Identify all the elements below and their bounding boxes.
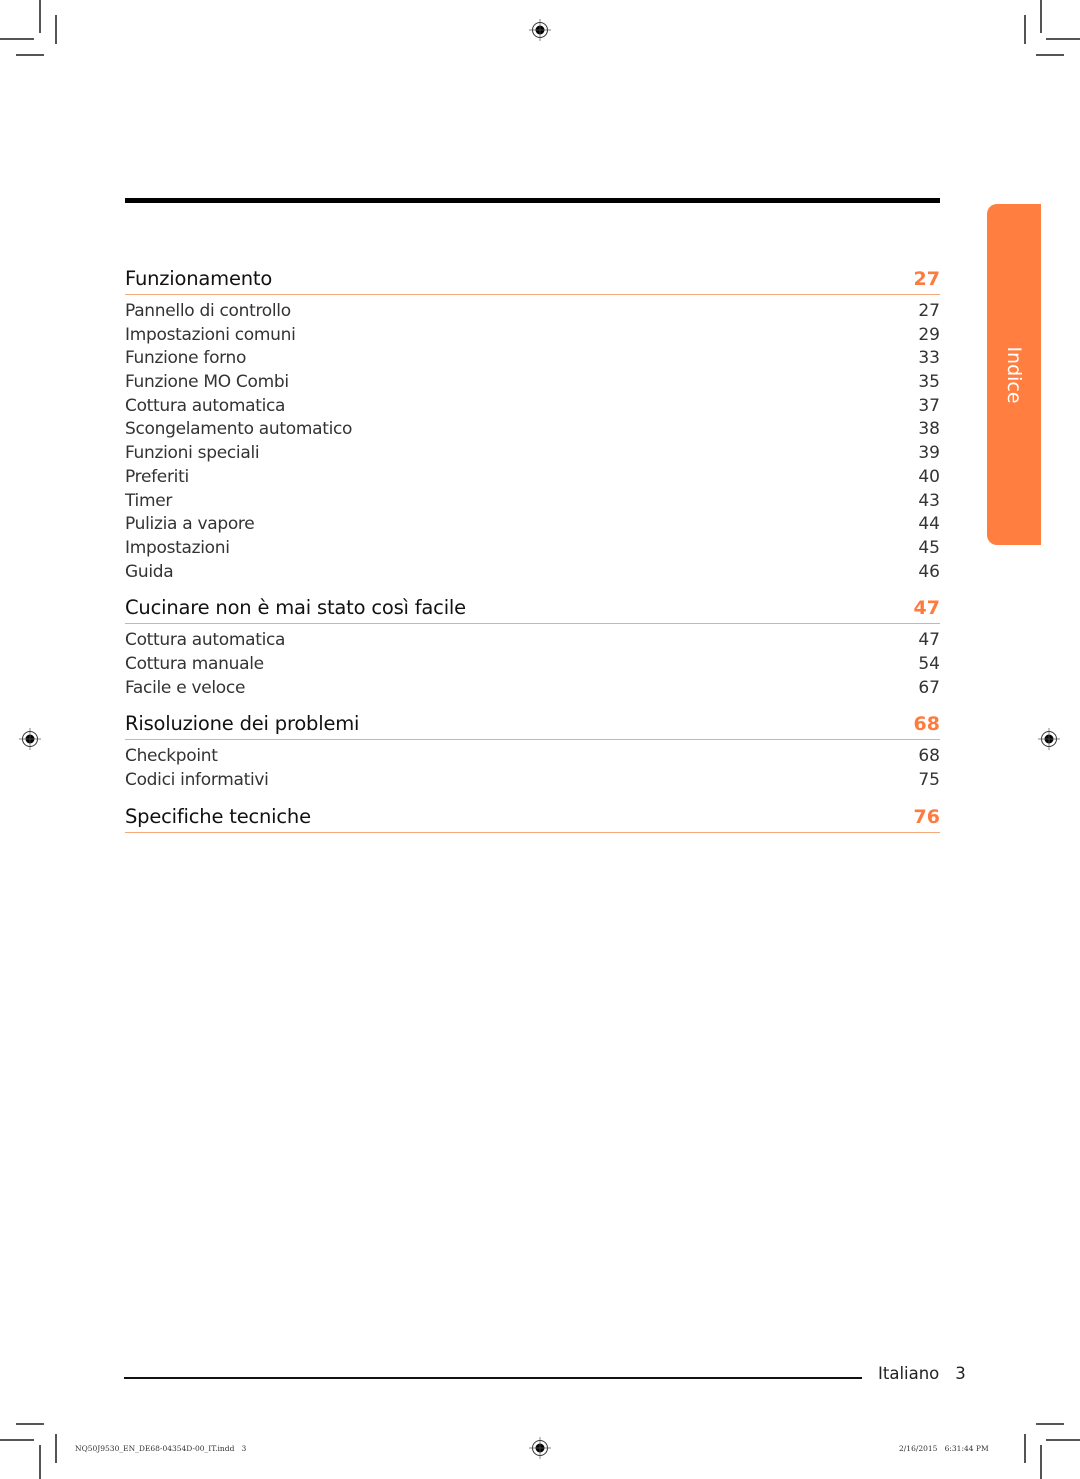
footer-page-info: Italiano 3 xyxy=(878,1364,966,1383)
crop-mark xyxy=(16,1423,44,1425)
crop-mark xyxy=(1024,15,1026,44)
toc-section: Specifiche tecniche 76 xyxy=(125,800,940,833)
toc-section-page: 68 xyxy=(913,713,940,736)
toc-item-label: Cottura automatica xyxy=(125,395,286,416)
crop-mark xyxy=(0,38,34,40)
toc-item-page: 35 xyxy=(918,372,940,393)
crop-mark xyxy=(55,15,57,44)
registration-mark-icon xyxy=(529,1437,551,1459)
toc-item-label: Facile e veloce xyxy=(125,677,246,698)
toc-section: Risoluzione dei problemi 68 Checkpoint 68… xyxy=(125,707,940,799)
registration-mark-icon xyxy=(19,728,41,750)
toc-item-page: 75 xyxy=(918,770,940,790)
toc-item-page: 40 xyxy=(918,466,940,487)
footer-rule xyxy=(124,1377,862,1379)
toc-item[interactable]: Funzione forno 33 xyxy=(125,347,940,371)
toc-item-page: 45 xyxy=(918,537,940,558)
toc-item-page: 54 xyxy=(918,653,940,674)
toc-item-page: 38 xyxy=(918,419,940,440)
toc-section-page: 27 xyxy=(913,268,940,290)
toc-item[interactable]: Cottura automatica 37 xyxy=(125,395,940,419)
toc-item[interactable]: Codici informativi 75 xyxy=(125,769,940,793)
toc-section-title: Specifiche tecniche xyxy=(125,804,311,828)
toc-item-page: 33 xyxy=(918,348,940,369)
footer-language: Italiano xyxy=(878,1364,940,1383)
toc-item-label: Codici informativi xyxy=(125,770,269,790)
toc-item[interactable]: Pannello di controllo 27 xyxy=(125,300,940,324)
toc-item-label: Pannello di controllo xyxy=(125,301,291,321)
registration-mark-icon xyxy=(1038,728,1060,750)
toc-item-page: 39 xyxy=(918,443,940,464)
toc-item[interactable]: Cottura manuale 54 xyxy=(125,653,940,677)
crop-mark xyxy=(1036,54,1064,56)
toc-item-label: Checkpoint xyxy=(125,746,218,767)
side-tab-indice[interactable]: Indice xyxy=(987,204,1041,545)
crop-mark xyxy=(55,1434,57,1463)
toc-section-page: 47 xyxy=(913,597,940,620)
crop-mark xyxy=(1046,1439,1080,1441)
toc-section-title: Funzionamento xyxy=(125,267,273,290)
toc-item-page: 37 xyxy=(918,395,940,416)
toc-item-page: 67 xyxy=(918,677,940,698)
toc-item[interactable]: Preferiti 40 xyxy=(125,466,940,490)
toc-item[interactable]: Checkpoint 68 xyxy=(125,745,940,769)
toc-item[interactable]: Timer 43 xyxy=(125,490,940,514)
toc-item-label: Impostazioni comuni xyxy=(125,324,296,345)
toc-item[interactable]: Facile e veloce 67 xyxy=(125,677,940,701)
toc-item-label: Pulizia a vapore xyxy=(125,514,255,535)
toc-item[interactable]: Scongelamento automatico 38 xyxy=(125,418,940,442)
crop-mark xyxy=(39,0,41,33)
toc-item-page: 47 xyxy=(918,630,940,651)
toc-item-label: Funzione forno xyxy=(125,348,247,369)
toc-item[interactable]: Impostazioni 45 xyxy=(125,537,940,561)
toc-item-page: 46 xyxy=(918,561,940,582)
toc-item-label: Guida xyxy=(125,561,174,582)
toc-item[interactable]: Pulizia a vapore 44 xyxy=(125,513,940,537)
crop-mark xyxy=(1040,1445,1042,1479)
toc-section: Funzionamento 27 Pannello di controllo 27… xyxy=(125,262,940,591)
toc-item-label: Scongelamento automatico xyxy=(125,419,353,440)
crop-mark xyxy=(1040,0,1042,33)
toc-item[interactable]: Funzione MO Combi 35 xyxy=(125,371,940,395)
toc-item-page: 68 xyxy=(918,746,940,767)
slug-filename: NQ50J9530_EN_DE68-04354D-00_IT.indd 3 xyxy=(75,1444,247,1453)
toc-item-label: Impostazioni xyxy=(125,537,230,558)
toc-item-label: Timer xyxy=(125,490,173,511)
side-tab-label: Indice xyxy=(1003,345,1025,404)
toc-item-page: 44 xyxy=(918,514,940,535)
registration-mark-icon xyxy=(529,19,551,41)
crop-mark xyxy=(16,54,44,56)
crop-mark xyxy=(1036,1423,1064,1425)
toc-item-label: Funzioni speciali xyxy=(125,443,260,464)
toc-section-header[interactable]: Risoluzione dei problemi 68 xyxy=(125,707,940,741)
toc-item[interactable]: Impostazioni comuni 29 xyxy=(125,324,940,348)
toc-item-label: Cottura automatica xyxy=(125,630,286,651)
toc-section-header[interactable]: Funzionamento 27 xyxy=(125,262,940,295)
header-rule xyxy=(125,198,940,203)
toc-section: Cucinare non è mai stato così facile 47 … xyxy=(125,591,940,707)
crop-mark xyxy=(1024,1434,1026,1463)
toc-item-label: Funzione MO Combi xyxy=(125,372,289,393)
table-of-contents: Funzionamento 27 Pannello di controllo 27… xyxy=(125,262,940,833)
toc-item[interactable]: Funzioni speciali 39 xyxy=(125,442,940,466)
toc-item-label: Cottura manuale xyxy=(125,653,264,674)
toc-section-title: Risoluzione dei problemi xyxy=(125,712,360,736)
crop-mark xyxy=(1046,38,1080,40)
slug-timestamp: 2/16/2015 6:31:44 PM xyxy=(899,1444,989,1453)
toc-section-header[interactable]: Specifiche tecniche 76 xyxy=(125,800,940,833)
toc-section-header[interactable]: Cucinare non è mai stato così facile 47 xyxy=(125,591,940,625)
toc-item[interactable]: Guida 46 xyxy=(125,561,940,585)
crop-mark xyxy=(0,1439,34,1441)
toc-item-label: Preferiti xyxy=(125,466,189,487)
toc-item[interactable]: Cottura automatica 47 xyxy=(125,629,940,653)
toc-item-page: 29 xyxy=(918,324,940,345)
toc-section-page: 76 xyxy=(913,805,940,828)
toc-section-title: Cucinare non è mai stato così facile xyxy=(125,596,466,620)
footer-page-number: 3 xyxy=(955,1364,966,1383)
crop-mark xyxy=(39,1445,41,1479)
toc-item-page: 43 xyxy=(918,490,940,511)
toc-item-page: 27 xyxy=(918,301,940,321)
